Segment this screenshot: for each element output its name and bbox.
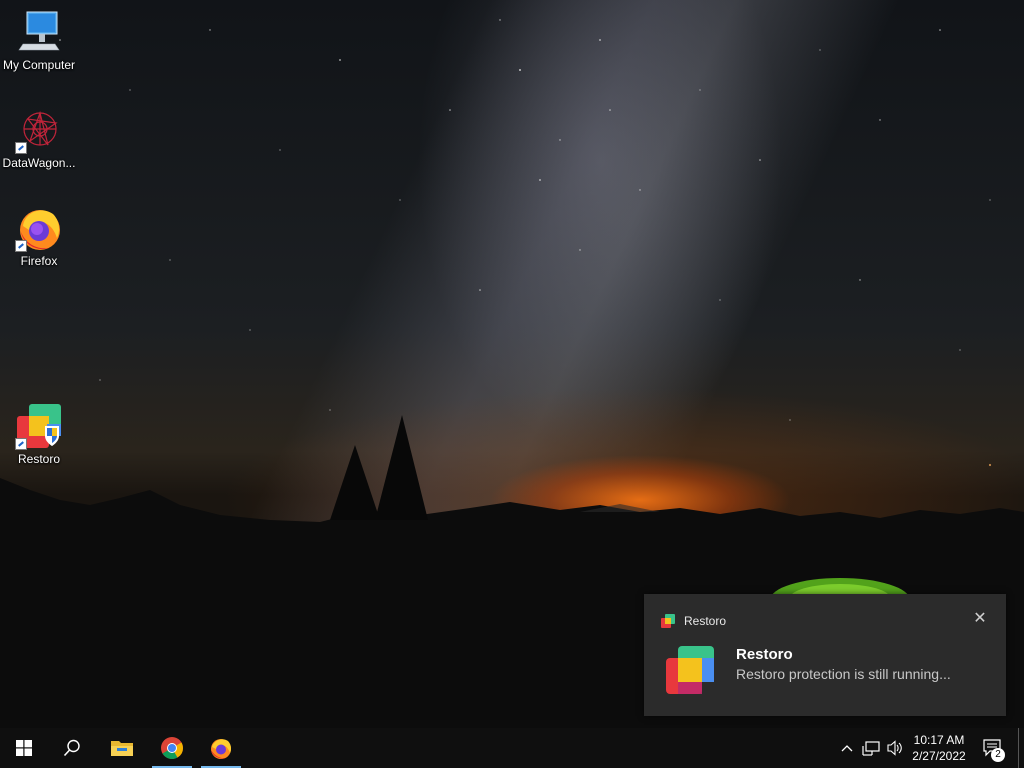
chrome-icon	[161, 737, 183, 759]
shortcut-arrow-icon	[15, 142, 27, 154]
shortcut-arrow-icon	[15, 240, 27, 252]
toast-app-name: Restoro	[684, 614, 727, 628]
my-computer-icon	[15, 8, 63, 56]
toast-title: Restoro	[736, 646, 793, 663]
desktop-icon-label: Restoro	[17, 452, 61, 466]
chrome-button[interactable]	[152, 728, 192, 768]
desktop-icon-restoro[interactable]: Restoro	[1, 402, 77, 466]
close-icon[interactable]: ✕	[972, 611, 988, 627]
toast-header: Restoro	[660, 613, 726, 629]
notification-count: 2	[995, 749, 1001, 760]
show-desktop-button[interactable]	[1018, 728, 1024, 768]
desktop-icon-label: My Computer	[2, 58, 76, 72]
taskbar: 10:17 AM 2/27/2022 2	[0, 728, 1024, 768]
restoro-notification-toast[interactable]: Restoro ✕ Restoro Restoro protection is …	[644, 594, 1006, 716]
start-icon	[16, 740, 32, 756]
volume-button[interactable]	[884, 728, 906, 768]
network-icon	[862, 741, 880, 756]
restoro-logo-icon	[666, 646, 714, 694]
clock-time: 10:17 AM	[913, 733, 965, 747]
search-icon	[63, 739, 80, 757]
clock[interactable]: 10:17 AM 2/27/2022	[908, 728, 970, 768]
show-hidden-icons-button[interactable]	[838, 728, 856, 768]
datawagon-icon	[15, 106, 63, 154]
search-button[interactable]	[48, 728, 96, 768]
chevron-up-icon	[841, 745, 853, 752]
file-explorer-icon	[111, 741, 133, 756]
desktop-wallpaper: My Computer DataWagon... Firefox Restoro…	[0, 0, 1024, 728]
firefox-icon	[211, 739, 232, 759]
toast-message: Restoro protection is still running...	[736, 666, 951, 682]
notification-count-badge: 2	[991, 748, 1005, 762]
file-explorer-button[interactable]	[98, 728, 146, 768]
firefox-icon	[15, 204, 63, 252]
desktop-icon-firefox[interactable]: Firefox	[1, 204, 77, 268]
action-center-button[interactable]: 2	[978, 728, 1008, 768]
start-button[interactable]	[0, 728, 48, 768]
clock-date: 2/27/2022	[912, 749, 966, 763]
restoro-icon	[15, 402, 63, 450]
desktop-icon-datawagon[interactable]: DataWagon...	[1, 106, 77, 170]
desktop-icon-label: Firefox	[20, 254, 58, 268]
desktop-icon-label: DataWagon...	[2, 156, 76, 170]
firefox-button[interactable]	[201, 728, 241, 768]
restoro-small-icon	[661, 614, 675, 628]
desktop-icon-my-computer[interactable]: My Computer	[1, 8, 77, 72]
network-button[interactable]	[860, 728, 882, 768]
shortcut-arrow-icon	[15, 438, 27, 450]
volume-icon	[887, 740, 902, 756]
